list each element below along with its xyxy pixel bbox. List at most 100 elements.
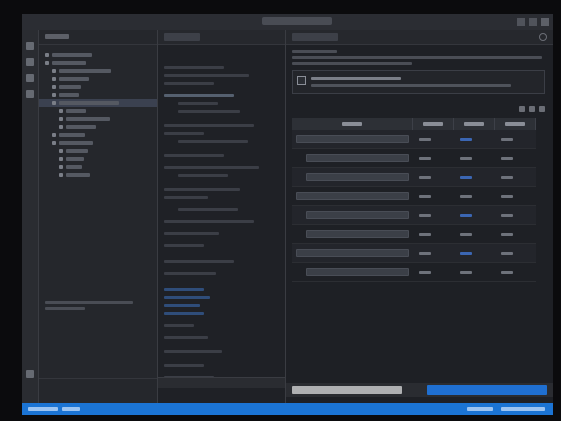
tree-item[interactable] [39,91,157,99]
property-value [418,157,431,160]
project-tree-panel [39,30,158,403]
tree-item-label [59,141,93,145]
column-header[interactable] [292,118,413,130]
tree-item[interactable] [39,107,157,115]
move-up-icon[interactable] [539,106,545,112]
tree-item[interactable] [39,115,157,123]
table-row[interactable] [292,186,536,206]
table-cell[interactable] [453,262,495,282]
secondary-input[interactable] [292,386,402,394]
status-item[interactable] [28,407,58,411]
property-name [296,192,409,200]
debug-icon[interactable] [26,90,34,98]
table-row[interactable] [292,224,536,244]
table-cell[interactable] [453,167,495,187]
table-cell[interactable] [292,243,413,263]
table-row[interactable] [292,262,536,282]
tree-item-label [59,77,89,81]
table-cell[interactable] [412,148,454,168]
properties-tab[interactable] [292,33,338,41]
tree-item[interactable] [39,67,157,75]
properties-panel [286,30,553,403]
table-cell[interactable] [494,243,536,263]
tree-list [39,51,157,179]
table-cell[interactable] [412,167,454,187]
maximize-button[interactable] [529,18,537,26]
tree-item[interactable] [39,163,157,171]
tree-item[interactable] [39,75,157,83]
table-cell[interactable] [292,224,413,244]
column-header[interactable] [494,118,536,130]
status-item[interactable] [467,407,493,411]
table-cell[interactable] [453,205,495,225]
tree-item[interactable] [39,123,157,131]
table-cell[interactable] [453,224,495,244]
column-header[interactable] [453,118,495,130]
table-row[interactable] [292,167,536,187]
table-cell[interactable] [412,186,454,206]
tree-item[interactable] [39,83,157,91]
folder-icon [45,61,49,65]
table-cell[interactable] [494,130,536,149]
tree-item[interactable] [39,131,157,139]
table-row[interactable] [292,148,536,168]
description-line [292,56,542,59]
tree-item-label [66,117,110,121]
tree-item-label [59,93,79,97]
table-cell[interactable] [494,186,536,206]
table-cell[interactable] [292,186,413,206]
table-cell[interactable] [453,186,495,206]
option-checkbox[interactable] [297,76,306,85]
tree-note [45,298,145,313]
remove-icon[interactable] [529,106,535,112]
table-cell[interactable] [494,167,536,187]
table-row[interactable] [292,130,536,149]
property-value [500,233,513,236]
table-cell[interactable] [494,224,536,244]
tree-item[interactable] [39,59,157,67]
tree-item[interactable] [39,155,157,163]
table-cell[interactable] [494,262,536,282]
table-cell[interactable] [412,130,454,149]
table-cell[interactable] [453,243,495,263]
table-cell[interactable] [453,148,495,168]
code-line [164,364,204,367]
table-cell[interactable] [292,205,413,225]
table-row[interactable] [292,205,536,225]
gear-icon[interactable] [539,33,547,41]
code-line [164,272,216,275]
explorer-icon[interactable] [26,42,34,50]
status-item[interactable] [501,407,545,411]
table-cell[interactable] [292,130,413,149]
table-cell[interactable] [412,262,454,282]
code-line [178,174,228,177]
table-cell[interactable] [292,167,413,187]
tree-item[interactable] [39,99,157,107]
tree-item-label [66,157,84,161]
table-row[interactable] [292,243,536,263]
tree-item[interactable] [39,139,157,147]
table-cell[interactable] [494,205,536,225]
close-button[interactable] [541,18,549,26]
table-cell[interactable] [412,205,454,225]
source-control-icon[interactable] [26,74,34,82]
table-cell[interactable] [453,130,495,149]
tree-item[interactable] [39,171,157,179]
status-item[interactable] [62,407,80,411]
table-cell[interactable] [292,148,413,168]
table-cell[interactable] [412,243,454,263]
settings-icon[interactable] [26,370,34,378]
table-cell[interactable] [494,148,536,168]
status-bar [22,403,553,415]
editor-tab[interactable] [164,33,200,41]
search-icon[interactable] [26,58,34,66]
table-cell[interactable] [292,262,413,282]
property-name [296,249,409,257]
minimize-button[interactable] [517,18,525,26]
tree-item[interactable] [39,51,157,59]
tree-item[interactable] [39,147,157,155]
add-icon[interactable] [519,106,525,112]
primary-action-button[interactable] [427,385,547,395]
column-header[interactable] [412,118,454,130]
table-cell[interactable] [412,224,454,244]
